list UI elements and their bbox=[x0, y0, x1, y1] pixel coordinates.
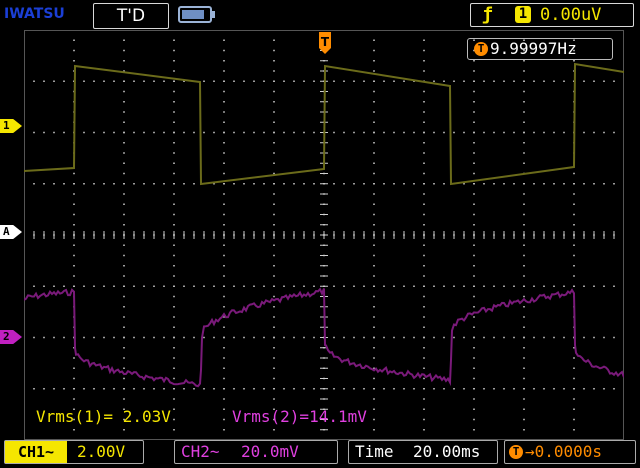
vrms-ch2-measurement: Vrms(2)=14.1mV bbox=[232, 407, 367, 426]
timebase-box[interactable]: Time 20.00ms bbox=[348, 440, 498, 464]
waveform-graticule bbox=[23, 29, 625, 440]
math-marker[interactable]: A bbox=[0, 225, 22, 239]
trigger-source-badge: 1 bbox=[515, 6, 531, 23]
horizontal-position-box[interactable]: T →0.0000s bbox=[504, 440, 636, 464]
brand-logo: IWATSU bbox=[4, 6, 65, 22]
trigger-position-marker[interactable]: T bbox=[317, 32, 333, 54]
vrms-ch1-measurement: Vrms(1)= 2.03V bbox=[36, 407, 171, 426]
battery-icon bbox=[178, 6, 215, 23]
bottom-status-bar: CH1~ 2.00V CH2~ 20.0mV Time 20.00ms T →0… bbox=[0, 440, 640, 468]
ch1-label: CH1~ bbox=[5, 441, 67, 463]
time-label: Time bbox=[355, 442, 394, 461]
ch1-ground-marker[interactable]: 1 bbox=[0, 119, 22, 133]
acquisition-mode-indicator[interactable]: T'D bbox=[93, 3, 169, 29]
ch2-scale: 20.0mV bbox=[241, 442, 299, 461]
frequency-value: 9.99997Hz bbox=[490, 39, 577, 58]
trigger-position-label: T bbox=[321, 35, 330, 49]
trigger-icon: T bbox=[509, 445, 523, 459]
trigger-level-value: 0.00uV bbox=[540, 5, 602, 25]
ch2-scale-box[interactable]: CH2~ 20.0mV bbox=[174, 440, 338, 464]
rising-edge-icon: ƒ bbox=[482, 4, 493, 25]
time-scale: 20.00ms bbox=[413, 442, 481, 461]
graticule-grid bbox=[23, 29, 624, 440]
ch1-scale: 2.00V bbox=[77, 442, 126, 461]
battery-fill bbox=[182, 10, 204, 19]
top-status-bar: IWATSU T'D ƒ 1 0.00uV bbox=[0, 0, 640, 30]
ch2-ground-marker[interactable]: 2 bbox=[0, 330, 22, 344]
frequency-readout: T 9.99997Hz bbox=[467, 38, 613, 60]
trigger-icon: T bbox=[474, 42, 488, 56]
waveform-display[interactable] bbox=[23, 29, 625, 440]
ch1-scale-box[interactable]: CH1~ 2.00V bbox=[4, 440, 144, 464]
horizontal-position: →0.0000s bbox=[525, 442, 603, 461]
ch2-label: CH2~ bbox=[181, 442, 220, 461]
